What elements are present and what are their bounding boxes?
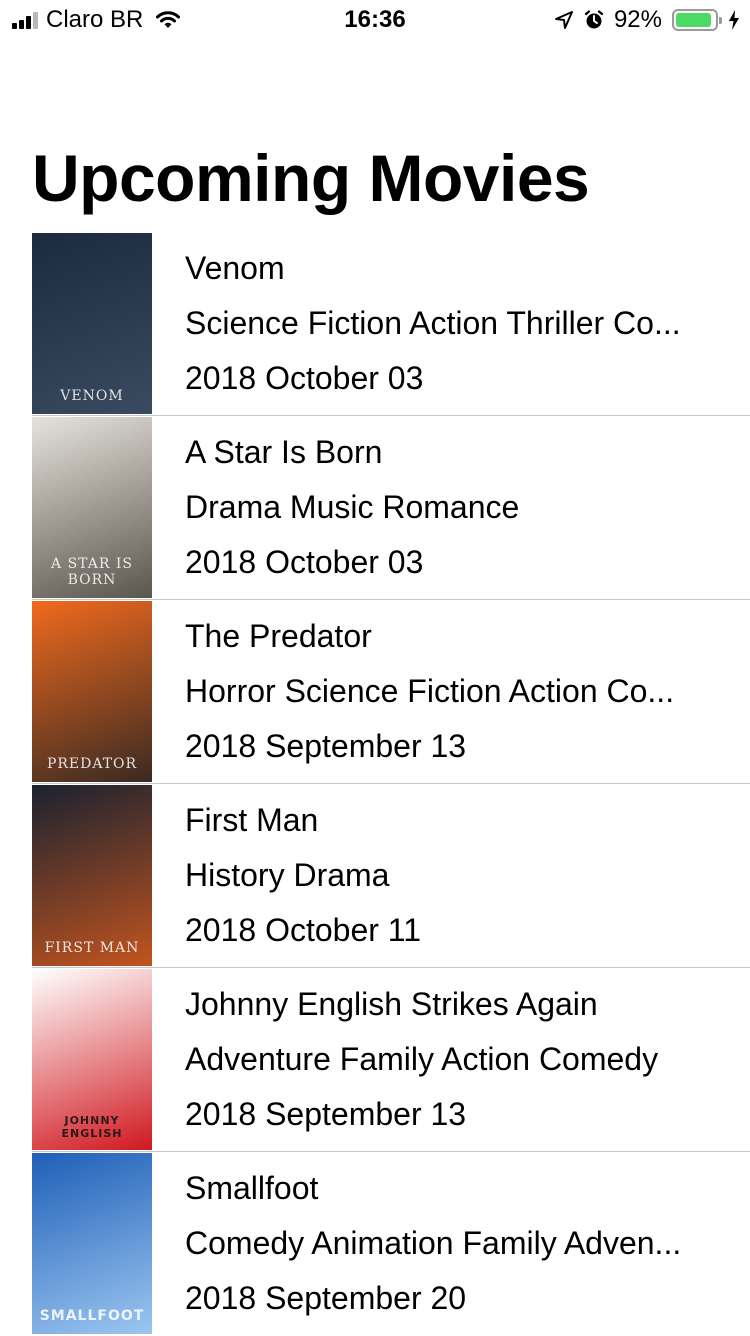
movie-genres: Drama Music Romance [185, 489, 520, 525]
movie-row[interactable]: JOHNNY ENGLISH Johnny English Strikes Ag… [0, 968, 750, 1152]
poster-title-text: SMALLFOOT [39, 1308, 145, 1324]
movie-genres: Adventure Family Action Comedy [185, 1041, 659, 1077]
poster-title-text: JOHNNY ENGLISH [61, 1114, 123, 1140]
movie-row[interactable]: PREDATOR The Predator Horror Science Fic… [0, 600, 750, 784]
battery-percentage: 92% [613, 6, 662, 33]
movie-row[interactable]: VENOM Venom Science Fiction Action Thril… [0, 232, 750, 416]
movie-title: The Predator [185, 618, 372, 654]
movie-release-date: 2018 October 03 [185, 360, 424, 396]
movie-title: A Star Is Born [185, 434, 383, 470]
movie-poster: VENOM [32, 233, 152, 414]
movie-poster: FIRST MAN [32, 785, 152, 966]
poster-title-text: PREDATOR [46, 756, 138, 772]
movie-title: Venom [185, 250, 285, 286]
movie-release-date: 2018 October 03 [185, 544, 424, 580]
battery-level-fill [676, 13, 711, 27]
status-bar: Claro BR 16:36 92% [0, 0, 750, 40]
movie-title: Smallfoot [185, 1170, 319, 1206]
page-title: Upcoming Movies [32, 141, 590, 215]
movie-poster: PREDATOR [32, 601, 152, 782]
movie-poster: SMALLFOOT [32, 1153, 152, 1334]
poster-title-text: A STAR IS BORN [51, 556, 133, 588]
movie-title: First Man [185, 802, 319, 838]
battery-icon [672, 9, 722, 31]
alarm-icon [584, 10, 604, 29]
movie-row[interactable]: FIRST MAN First Man History Drama 2018 O… [0, 784, 750, 968]
poster-title-text: FIRST MAN [44, 940, 140, 956]
movie-row[interactable]: SMALLFOOT Smallfoot Comedy Animation Fam… [0, 1152, 750, 1336]
movie-title: Johnny English Strikes Again [185, 986, 598, 1022]
movie-poster: JOHNNY ENGLISH [32, 969, 152, 1150]
movie-list[interactable]: VENOM Venom Science Fiction Action Thril… [0, 232, 750, 1336]
movie-genres: Science Fiction Action Thriller Co... [185, 305, 681, 341]
poster-title-text: VENOM [60, 388, 124, 404]
charging-bolt-icon [729, 10, 739, 30]
movie-genres: Horror Science Fiction Action Co... [185, 673, 675, 709]
movie-genres: History Drama [185, 857, 390, 893]
movie-poster: A STAR IS BORN [32, 417, 152, 598]
status-right: 92% [554, 0, 740, 40]
movie-release-date: 2018 October 11 [185, 912, 422, 948]
movie-genres: Comedy Animation Family Adven... [185, 1225, 682, 1261]
movie-release-date: 2018 September 13 [185, 728, 467, 764]
movie-release-date: 2018 September 20 [185, 1280, 467, 1316]
location-icon [554, 11, 573, 29]
movie-release-date: 2018 September 13 [185, 1096, 467, 1132]
movie-row[interactable]: A STAR IS BORN A Star Is Born Drama Musi… [0, 416, 750, 600]
